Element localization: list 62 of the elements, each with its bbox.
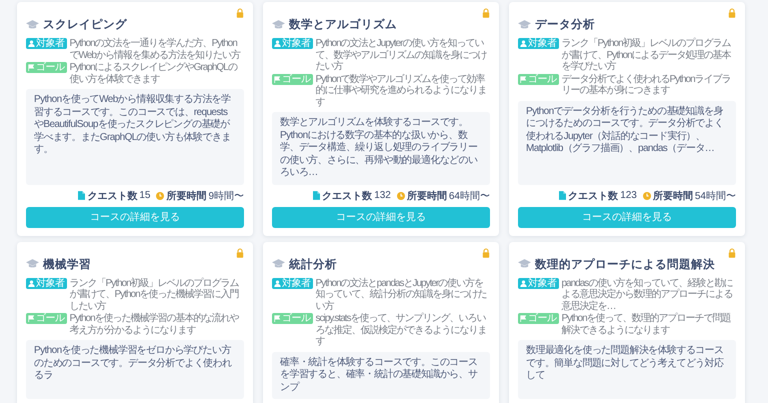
graduation-cap-icon <box>26 259 39 269</box>
target-badge: 対象者 <box>518 278 558 288</box>
stat-value: 123 <box>620 190 637 201</box>
course-description: 数学とアルゴリズムを体験するコースです。Pythonにおける数字の基本的な扱いから、数学、データ構造、繰り返し処理のライブラリーの使い方、さらに、再帰や動的最適化などのいろいろ… <box>280 117 478 180</box>
target-text: ランク「Python初級」レベルのプログラムが書けて、Pythonによるデータ処理の基本を学びたい方 <box>562 38 732 72</box>
course-description: Pythonを使った機械学習をゼロから学びたい方のためのコースです。データ分析でよく使われるラ <box>34 345 233 382</box>
stat-value: 64時間〜 <box>448 190 490 202</box>
goal-text: Pythonで数学やアルゴリズムを使って効率的に仕事や研究を進められるようになります <box>316 74 488 108</box>
goal-text: PythonによるスクレイピングやGraphQLの使い方を体験できます <box>70 62 238 85</box>
graduation-cap-icon <box>272 259 285 269</box>
target-text: pandasの使い方を知っていて、経験と勘による意思決定から数理的アプローチによる意思決定を… <box>562 278 734 312</box>
stat-value: 132 <box>374 190 391 201</box>
clock-icon <box>642 192 651 200</box>
graduation-cap-icon <box>518 259 531 269</box>
course-title: 数理的アプローチによる問題解決 <box>535 257 715 272</box>
goal-text: Pythonを使って、数理的アプローチで問題解決できるようになります <box>562 313 732 336</box>
target-text: Pythonの文法とJupyterの使い方を知っていて、数学やアルゴリズムの知識を身につけたい方 <box>316 38 488 72</box>
stat-label: クエスト数 <box>568 190 618 202</box>
stat-label: 所要時間 <box>406 190 447 202</box>
goal-badge: ゴール <box>272 74 312 84</box>
course-description: Pythonでデータ分析を行うための基礎知識を身につけるためのコースです。データ分析でよく使われるJupyter（対話的なコード実行）、Matplotlib（グラフ描画）、pandas（データ… <box>526 106 724 156</box>
course-description: 数理最適化を使った問題解決を体験するコースです。簡単な問題に対してどう考えてどう対応して <box>526 345 725 382</box>
target-text: Pythonの文法を一通りを学んだ方、PythonでWebから情報を集める方法を知りたい方 <box>70 38 242 61</box>
goal-text: Pythonを使った機械学習の基本的な流れや考え方が分かるようになります <box>70 313 240 336</box>
course-details-button[interactable]: コースの詳細を見る <box>518 206 736 228</box>
goal-badge: ゴール <box>26 62 66 73</box>
clock-icon <box>156 192 164 200</box>
course-details-button[interactable]: コースの詳細を見る <box>26 206 244 228</box>
goal-badge: ゴール <box>272 313 312 324</box>
course-title: スクレイピング <box>43 18 127 32</box>
course-title: 機械学習 <box>43 257 91 272</box>
course-description: Pythonを使ってWebから情報収集する方法を学習するコースです。このコースでは、requestsやBeautifulSoupを使ったスクレピングの基礎が学べます。またGraphQLの使い方も体験できます。 <box>34 94 232 156</box>
graduation-cap-icon <box>272 20 285 30</box>
graduation-cap-icon <box>26 20 39 30</box>
goal-text: scipy.statsを使って、サンプリング、いろいろな推定、仮説検定ができるようになります <box>316 313 488 348</box>
stat-value: 9時間〜 <box>208 190 244 202</box>
course-title: データ分析 <box>535 18 595 32</box>
stat-label: 所要時間 <box>166 190 206 202</box>
course-title: 数学とアルゴリズム <box>289 17 397 32</box>
goal-badge: ゴール <box>518 74 558 84</box>
course-description: 確率・統計を体験するコースです。このコースを学習すると、確率・統計の基礎知識から、サンプ <box>280 356 478 394</box>
stat-label: クエスト数 <box>87 190 138 202</box>
goal-text: データ分析でよく使われるPythonライブラリーの基本が身につきます <box>562 74 732 96</box>
document-icon <box>559 191 566 200</box>
document-icon <box>313 191 320 200</box>
target-badge: 対象者 <box>272 278 312 288</box>
course-title: 統計分析 <box>289 257 337 272</box>
stat-label: クエスト数 <box>322 190 372 202</box>
goal-badge: ゴール <box>26 313 66 324</box>
target-badge: 対象者 <box>26 38 66 49</box>
target-text: ランク「Python初級」レベルのプログラムが書けて、Pythonを使った機械学習に入門したい方 <box>70 278 240 312</box>
target-badge: 対象者 <box>272 38 312 49</box>
graduation-cap-icon <box>518 20 531 30</box>
target-badge: 対象者 <box>518 38 558 49</box>
course-details-button[interactable]: コースの詳細を見る <box>272 206 490 228</box>
goal-badge: ゴール <box>518 313 558 324</box>
stat-value: 15 <box>139 190 150 201</box>
clock-icon <box>396 192 405 200</box>
stat-value: 54時間〜 <box>694 190 736 202</box>
target-badge: 対象者 <box>26 278 66 288</box>
document-icon <box>78 191 86 200</box>
stat-label: 所要時間 <box>652 190 693 202</box>
